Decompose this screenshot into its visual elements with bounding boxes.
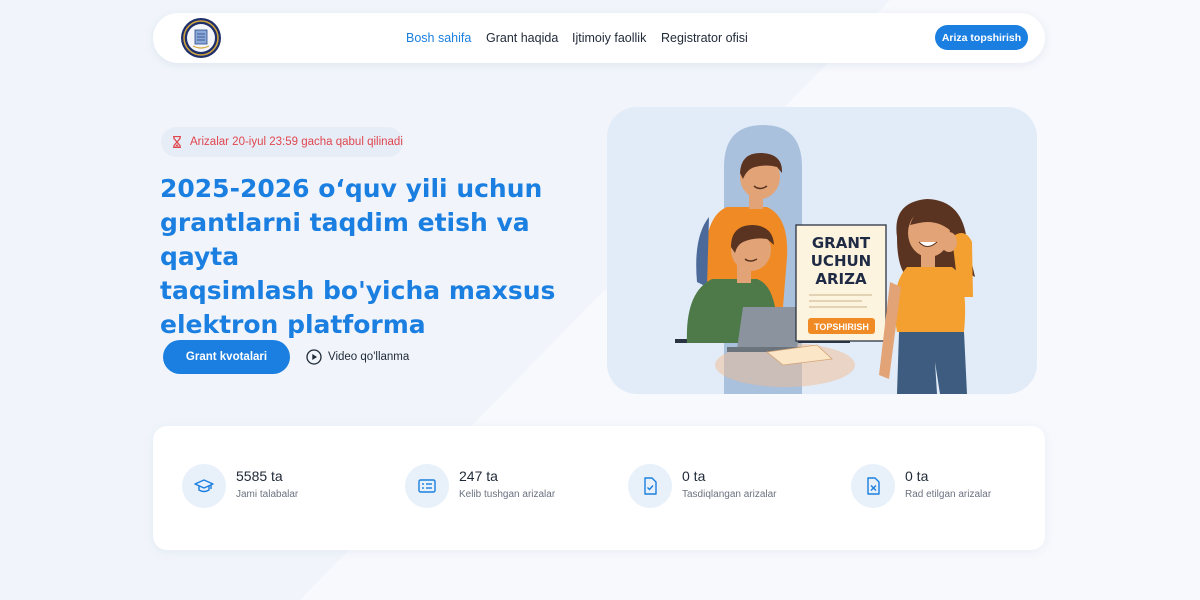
nav-item-grant-info[interactable]: Grant haqida (486, 30, 558, 46)
stat-label: Jami talabalar (236, 489, 299, 500)
grant-quotas-button[interactable]: Grant kvotalari (163, 340, 290, 374)
stat-label: Kelib tushgan arizalar (459, 489, 556, 500)
play-circle-icon (306, 349, 322, 365)
stat-icon-container (182, 464, 226, 508)
video-guide-link[interactable]: Video qo'llanma (306, 347, 409, 367)
hero-title: 2025-2026 o‘quv yili uchun grantlarni ta… (160, 172, 600, 342)
nav-item-registrar-office[interactable]: Registrator ofisi (661, 30, 748, 46)
nav-item-home[interactable]: Bosh sahifa (406, 30, 471, 46)
hero-title-line: elektron platforma (160, 310, 426, 339)
hero-title-line: taqsimlash bo'yicha maxsus (160, 276, 556, 305)
doc-line-ariza: ARIZA (815, 270, 867, 288)
stats-panel: 5585 ta Jami talabalar 247 ta Kelib tush… (153, 426, 1045, 550)
stat-value: 5585 ta (236, 468, 283, 484)
hero-title-line: grantlarni taqdim etish va qayta (160, 208, 530, 271)
stat-label: Tasdiqlangan arizalar (682, 489, 777, 500)
students-illustration: GRANT UCHUN ARIZA TOPSHIRISH (675, 125, 975, 394)
doc-line-uchun: UCHUN (811, 252, 871, 270)
deadline-text: Arizalar 20-iyul 23:59 gacha qabul qilin… (190, 136, 403, 148)
hourglass-icon (173, 136, 181, 148)
graduation-cap-icon (194, 479, 214, 493)
apply-button[interactable]: Ariza topshirish (935, 25, 1028, 50)
nav-item-social-activity[interactable]: Ijtimoiy faollik (572, 30, 646, 46)
university-logo[interactable] (180, 17, 222, 59)
stat-icon-container (628, 464, 672, 508)
document-check-icon (644, 477, 657, 495)
navbar: Bosh sahifa Grant haqida Ijtimoiy faolli… (153, 13, 1045, 63)
deadline-badge: Arizalar 20-iyul 23:59 gacha qabul qilin… (161, 127, 403, 157)
hero-illustration: GRANT UCHUN ARIZA TOPSHIRISH (607, 107, 1037, 394)
list-card-icon (418, 479, 436, 493)
stat-icon-container (405, 464, 449, 508)
doc-submit-label: TOPSHIRISH (814, 322, 869, 332)
stat-value: 0 ta (905, 468, 929, 484)
stat-value: 0 ta (682, 468, 706, 484)
doc-line-grant: GRANT (812, 234, 871, 252)
video-guide-label: Video qo'llanma (328, 351, 410, 363)
hero-title-line: 2025-2026 o‘quv yili uchun (160, 174, 543, 203)
stat-icon-container (851, 464, 895, 508)
stat-value: 247 ta (459, 468, 498, 484)
document-x-icon (867, 477, 880, 495)
stat-label: Rad etilgan arizalar (905, 489, 992, 500)
